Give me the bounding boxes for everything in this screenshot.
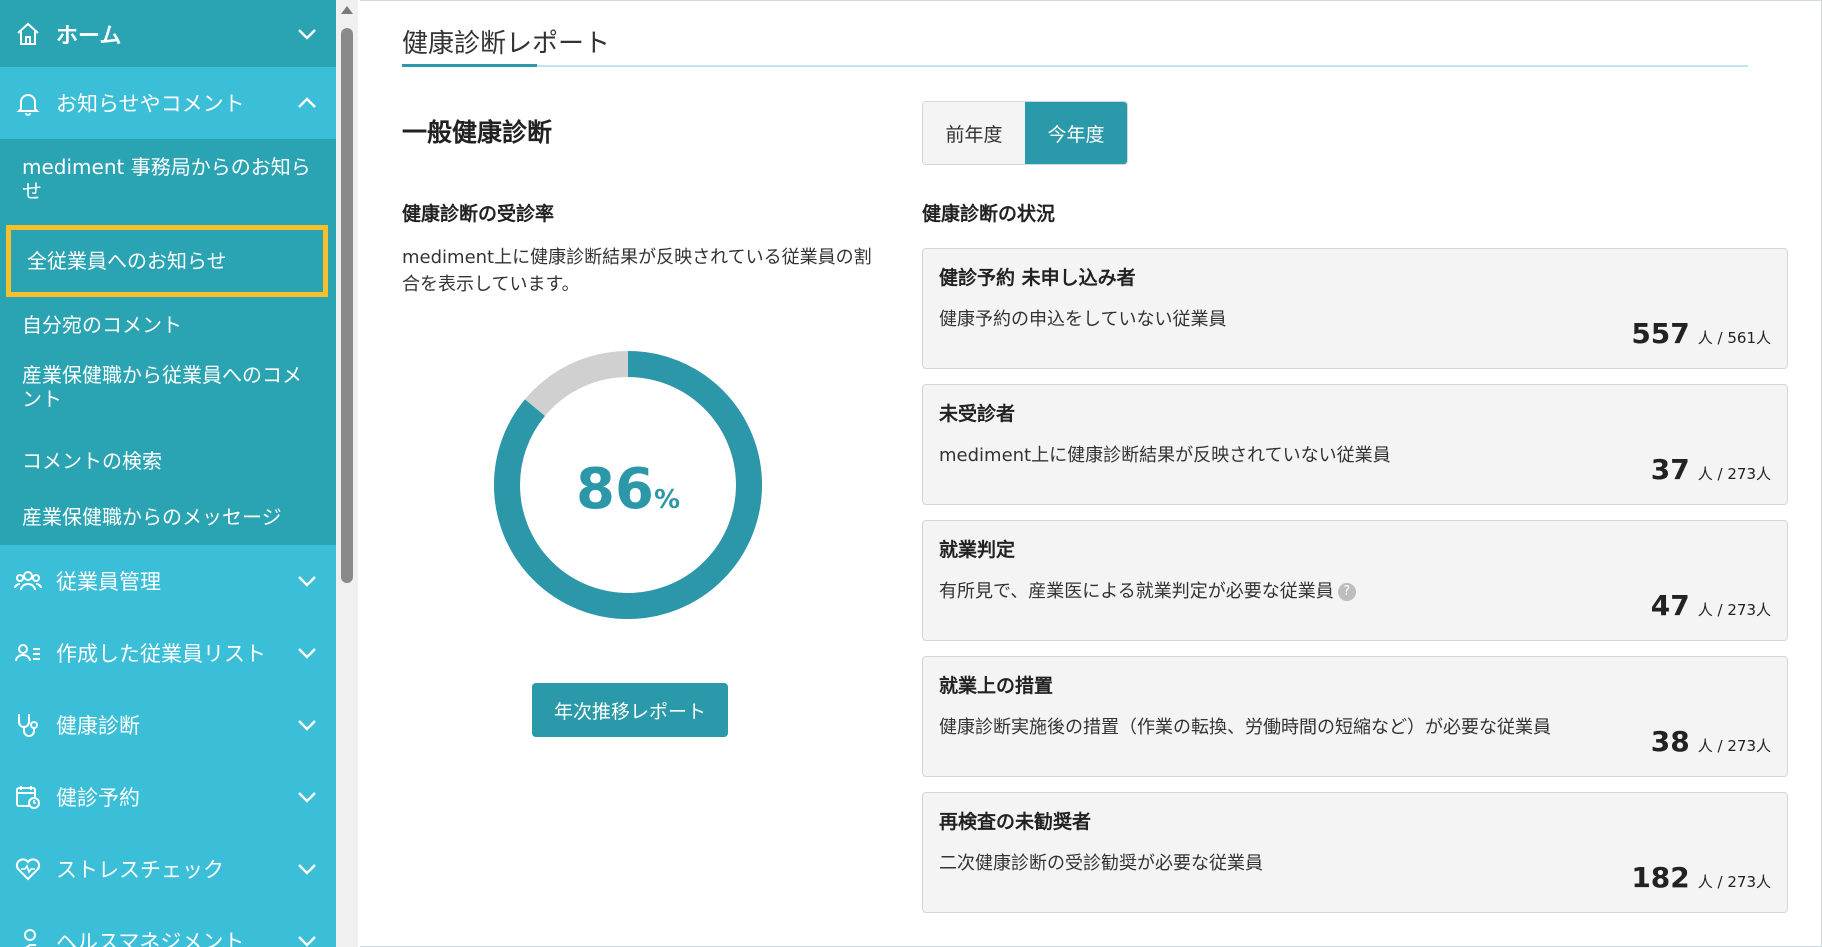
person-list-icon xyxy=(15,644,40,662)
card-title: 就業判定 xyxy=(939,539,1016,561)
nav-employee-lists-label: 作成した従業員リスト xyxy=(56,642,266,666)
donut-value-label: 86% xyxy=(492,457,764,522)
notices-submenu: mediment 事務局からのお知らせ 全従業員へのお知らせ 自分宛のコメント … xyxy=(0,139,336,545)
nav-home-label: ホーム xyxy=(56,23,122,49)
page-title: 健康診断レポート xyxy=(402,29,611,59)
card-title: 再検査の未勧奨者 xyxy=(939,811,1092,833)
status-card-unexamined[interactable]: 未受診者 mediment上に健康診断結果が反映されていない従業員 37 人 / … xyxy=(922,384,1788,505)
card-stat: 182 人 / 273人 xyxy=(1631,861,1771,894)
nav-notices-label: お知らせやコメント xyxy=(56,92,245,116)
submenu-item-comment-search[interactable]: コメントの検索 xyxy=(0,433,336,489)
submenu-item-staff-messages[interactable]: 産業保健職からのメッセージ xyxy=(0,489,336,545)
chevron-down-icon xyxy=(298,864,316,875)
people-icon xyxy=(14,571,42,591)
section-title: 一般健康診断 xyxy=(402,118,553,147)
card-count: 557 xyxy=(1631,317,1690,350)
card-stat: 38 人 / 273人 xyxy=(1651,725,1771,758)
chevron-down-icon xyxy=(298,648,316,659)
chevron-down-icon xyxy=(298,28,316,40)
card-stat: 557 人 / 561人 xyxy=(1631,317,1771,350)
card-description: 有所見で、産業医による就業判定が必要な従業員 xyxy=(939,581,1334,602)
nav-stress-check[interactable]: ストレスチェック xyxy=(0,833,336,905)
card-description: mediment上に健康診断結果が反映されていない従業員 xyxy=(939,445,1391,466)
help-icon[interactable]: ? xyxy=(1337,583,1356,601)
sidebar-scrollbar[interactable] xyxy=(336,0,358,947)
nav-employee-lists[interactable]: 作成した従業員リスト xyxy=(0,617,336,689)
calendar-clock-icon xyxy=(16,786,40,809)
current-year-button[interactable]: 今年度 xyxy=(1025,102,1127,164)
title-divider xyxy=(402,65,1748,67)
nav-checkup-booking-label: 健診予約 xyxy=(56,786,140,810)
card-description: 健康診断実施後の措置（作業の転換、労働時間の短縮など）が必要な従業員 xyxy=(939,717,1551,738)
health-management-icon xyxy=(24,929,36,947)
previous-year-button[interactable]: 前年度 xyxy=(923,102,1025,164)
scrollbar-thumb[interactable] xyxy=(341,28,353,583)
card-stat: 37 人 / 273人 xyxy=(1651,453,1771,486)
checkup-rate-donut: 86% xyxy=(492,349,764,621)
submenu-item-my-comments[interactable]: 自分宛のコメント xyxy=(0,297,336,353)
card-title: 就業上の措置 xyxy=(939,675,1054,697)
card-total: 人 / 273人 xyxy=(1697,873,1771,891)
card-title: 未受診者 xyxy=(939,403,1016,425)
checkup-status-heading: 健康診断の状況 xyxy=(922,203,1056,225)
chevron-down-icon xyxy=(298,576,316,587)
rate-unit: % xyxy=(653,485,680,515)
card-description-wrap: 有所見で、産業医による就業判定が必要な従業員? xyxy=(939,577,1356,603)
submenu-item-office-notices[interactable]: mediment 事務局からのお知らせ xyxy=(0,145,336,225)
stethoscope-icon xyxy=(18,714,38,737)
chevron-up-icon xyxy=(298,97,316,108)
nav-health-management[interactable]: ヘルスマネジメント xyxy=(0,905,336,947)
status-card-unbooked[interactable]: 健診予約 未申し込み者 健康予約の申込をしていない従業員 557 人 / 561人 xyxy=(922,248,1788,369)
status-card-unrecommended-reexam[interactable]: 再検査の未勧奨者 二次健康診断の受診勧奨が必要な従業員 182 人 / 273人 xyxy=(922,792,1788,913)
heart-icon xyxy=(15,858,41,881)
checkup-rate-heading: 健康診断の受診率 xyxy=(402,203,555,225)
nav-home[interactable]: ホーム xyxy=(0,0,336,67)
status-card-work-judgment[interactable]: 就業判定 有所見で、産業医による就業判定が必要な従業員? 47 人 / 273人 xyxy=(922,520,1788,641)
card-title: 健診予約 未申し込み者 xyxy=(939,267,1136,289)
nav-stress-check-label: ストレスチェック xyxy=(56,858,224,882)
card-stat: 47 人 / 273人 xyxy=(1651,589,1771,622)
scroll-up-arrow-icon[interactable] xyxy=(341,6,353,14)
annual-trend-report-button[interactable]: 年次推移レポート xyxy=(532,683,728,737)
rate-value: 86 xyxy=(576,457,654,522)
nav-health-checkup-label: 健康診断 xyxy=(56,714,140,738)
card-description: 健康予約の申込をしていない従業員 xyxy=(939,309,1227,330)
sidebar: ホーム お知らせやコメント mediment 事務局からのお知らせ 全従業員への… xyxy=(0,0,336,947)
title-divider-accent xyxy=(402,64,537,67)
chevron-down-icon xyxy=(298,936,316,947)
status-card-work-measures[interactable]: 就業上の措置 健康診断実施後の措置（作業の転換、労働時間の短縮など）が必要な従業… xyxy=(922,656,1788,777)
submenu-item-all-employee-notices[interactable]: 全従業員へのお知らせ xyxy=(6,225,328,297)
bell-icon xyxy=(16,94,40,116)
card-count: 182 xyxy=(1631,861,1690,894)
nav-health-management-label: ヘルスマネジメント xyxy=(56,930,245,947)
home-icon xyxy=(17,22,39,45)
card-total: 人 / 273人 xyxy=(1697,465,1771,483)
year-toggle: 前年度 今年度 xyxy=(922,101,1128,165)
main-content: 健康診断レポート 一般健康診断 前年度 今年度 健康診断の受診率 medimen… xyxy=(360,0,1822,947)
card-total: 人 / 273人 xyxy=(1697,601,1771,619)
card-description: 二次健康診断の受診勧奨が必要な従業員 xyxy=(939,853,1263,874)
chevron-down-icon xyxy=(298,720,316,731)
nav-notices[interactable]: お知らせやコメント xyxy=(0,67,336,139)
card-count: 38 xyxy=(1650,725,1690,758)
card-total: 人 / 561人 xyxy=(1697,329,1771,347)
nav-health-checkup[interactable]: 健康診断 xyxy=(0,689,336,761)
nav-employee-management[interactable]: 従業員管理 xyxy=(0,545,336,617)
submenu-item-staff-comments[interactable]: 産業保健職から従業員へのコメント xyxy=(0,353,336,433)
card-count: 37 xyxy=(1650,453,1690,486)
nav-checkup-booking[interactable]: 健診予約 xyxy=(0,761,336,833)
nav-employee-management-label: 従業員管理 xyxy=(56,570,161,594)
checkup-rate-description: mediment上に健康診断結果が反映されている従業員の割合を表示しています。 xyxy=(402,247,872,295)
card-count: 47 xyxy=(1650,589,1690,622)
card-total: 人 / 273人 xyxy=(1697,737,1771,755)
chevron-down-icon xyxy=(298,792,316,803)
